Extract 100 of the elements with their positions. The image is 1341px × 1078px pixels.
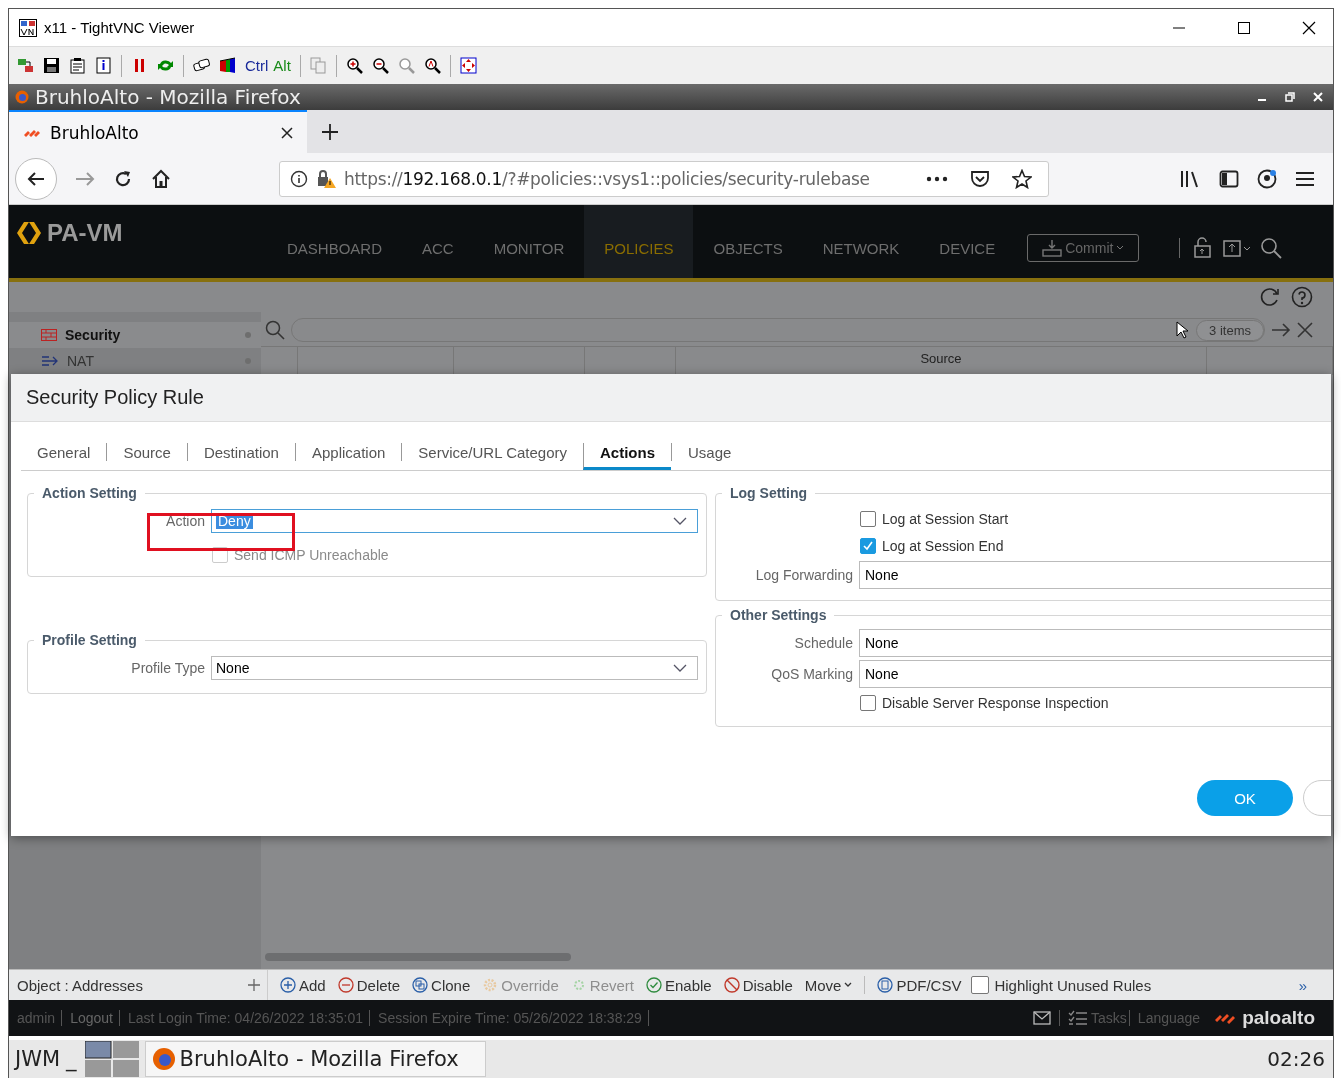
nav-tab[interactable]: DASHBOARD bbox=[267, 205, 403, 278]
clock: 02:26 bbox=[1267, 1047, 1325, 1071]
apply-arrow-icon[interactable] bbox=[1271, 322, 1291, 338]
checkbox-label: Disable Server Response Inspection bbox=[882, 694, 1109, 711]
text-field[interactable]: None bbox=[859, 628, 1331, 657]
log-forwarding-field[interactable]: None bbox=[859, 560, 1331, 589]
close-icon[interactable] bbox=[281, 126, 293, 139]
tab[interactable]: Actions bbox=[583, 443, 672, 470]
help-icon[interactable] bbox=[1291, 286, 1313, 308]
library-icon[interactable] bbox=[1179, 168, 1201, 189]
field-label: QoS Marking bbox=[770, 665, 854, 682]
section-title: Log Setting bbox=[729, 485, 808, 501]
full-screen-icon[interactable] bbox=[459, 57, 477, 74]
brand-name: paloalto bbox=[1242, 1007, 1315, 1029]
desktop-pager-icon[interactable] bbox=[84, 1041, 139, 1077]
more-button[interactable]: » bbox=[1298, 976, 1307, 994]
nav-tab[interactable]: OBJECTS bbox=[693, 205, 803, 278]
star-icon[interactable] bbox=[1012, 168, 1032, 189]
status-text: admin bbox=[9, 1010, 63, 1026]
section-title: Action Setting bbox=[41, 485, 138, 501]
connection-icon[interactable] bbox=[17, 57, 34, 74]
toolbar-button[interactable]: Disable bbox=[723, 976, 793, 994]
sidebar-icon[interactable] bbox=[1219, 169, 1239, 188]
toolbar-button[interactable]: Add bbox=[280, 976, 326, 994]
object-label: Object : Addresses bbox=[17, 976, 143, 994]
new-tab-icon[interactable] bbox=[321, 122, 339, 141]
zoom-in-icon[interactable] bbox=[345, 57, 363, 74]
toolbar-button[interactable]: Delete bbox=[337, 976, 401, 994]
minimize-button[interactable]: _ bbox=[66, 1047, 77, 1071]
alt-key-button[interactable]: Alt bbox=[273, 57, 291, 74]
nav-tab[interactable]: DEVICE bbox=[919, 205, 1016, 278]
checkbox-label: Log at Session Start bbox=[882, 510, 1009, 527]
back-button[interactable] bbox=[15, 157, 57, 200]
prohibited-icon bbox=[723, 977, 740, 993]
refresh-icon[interactable] bbox=[1259, 286, 1281, 308]
search-icon[interactable] bbox=[1260, 236, 1283, 259]
commit-icon bbox=[1042, 238, 1063, 257]
checkbox[interactable] bbox=[860, 694, 876, 711]
chevron-down-icon bbox=[673, 663, 687, 672]
account-icon[interactable] bbox=[1257, 168, 1277, 189]
checkbox[interactable] bbox=[971, 976, 990, 994]
toolbar-button[interactable]: Enable bbox=[646, 976, 712, 994]
profile-type-dropdown[interactable]: None bbox=[211, 655, 698, 680]
pointer-cursor-icon bbox=[1176, 321, 1189, 339]
check-circle-icon bbox=[646, 977, 662, 993]
tab[interactable]: Service/URL Category bbox=[401, 443, 583, 461]
url-text: https://192.168.0.1/?#policies::vsys1::policies/security-rulebase bbox=[344, 168, 870, 189]
options-icon[interactable] bbox=[69, 57, 86, 74]
firefox-logo-icon bbox=[15, 90, 29, 104]
move-button[interactable]: Move bbox=[804, 976, 853, 994]
checkbox[interactable] bbox=[860, 510, 876, 527]
field-label: Profile Type bbox=[130, 659, 206, 676]
scrollbar-thumb[interactable] bbox=[265, 953, 571, 961]
item-count: 3 items bbox=[1196, 319, 1264, 341]
nav-tab[interactable]: NETWORK bbox=[802, 205, 920, 278]
clear-icon[interactable] bbox=[1297, 322, 1313, 338]
address-bar[interactable]: https://192.168.0.1/?#policies::vsys1::policies/security-rulebase bbox=[279, 160, 1049, 197]
browser-tab[interactable]: BruhloAlto bbox=[9, 110, 307, 153]
pdf-csv-button[interactable]: PDF/CSV bbox=[877, 976, 962, 994]
field-label: Schedule bbox=[793, 634, 854, 651]
checkbox[interactable] bbox=[860, 537, 876, 554]
chevron-down-icon bbox=[673, 516, 687, 525]
nav-tab[interactable]: ACC bbox=[402, 205, 474, 278]
taskbar-window-button[interactable]: BruhloAlto - Mozilla Firefox bbox=[144, 1041, 486, 1077]
more-icon[interactable] bbox=[926, 175, 948, 182]
zoom-auto-icon[interactable] bbox=[423, 57, 441, 74]
tab[interactable]: General bbox=[21, 434, 107, 470]
restore-icon[interactable] bbox=[1285, 92, 1295, 102]
toolbar-button[interactable]: Clone bbox=[412, 976, 471, 994]
close-icon[interactable] bbox=[1301, 19, 1317, 36]
caret-icon bbox=[1116, 244, 1125, 251]
refresh-icon[interactable] bbox=[157, 57, 174, 74]
tab[interactable]: Usage bbox=[671, 443, 748, 461]
text-field[interactable]: None bbox=[859, 659, 1331, 688]
forward-arrow-icon[interactable] bbox=[75, 170, 95, 187]
sidebar-item[interactable]: Security bbox=[9, 322, 261, 348]
start-menu-button[interactable]: JWM bbox=[15, 1047, 61, 1071]
maximize-icon[interactable] bbox=[1236, 19, 1252, 36]
mail-icon[interactable] bbox=[1033, 1011, 1052, 1025]
home-icon[interactable] bbox=[151, 168, 171, 189]
windows-key-icon[interactable] bbox=[219, 57, 236, 74]
add-icon[interactable] bbox=[247, 978, 261, 992]
nav-tab[interactable]: MONITOR bbox=[473, 205, 585, 278]
ctrl-key-button[interactable]: Ctrl bbox=[245, 57, 269, 74]
tab[interactable]: Source bbox=[106, 443, 187, 461]
tab[interactable]: Destination bbox=[186, 443, 295, 461]
back-arrow-icon bbox=[27, 170, 45, 187]
save-icon[interactable] bbox=[43, 57, 60, 74]
menu-icon[interactable] bbox=[1295, 170, 1315, 187]
clone-icon bbox=[412, 977, 429, 993]
hexagon-logo-icon bbox=[17, 219, 41, 246]
zoom-reset-icon[interactable] bbox=[397, 57, 415, 74]
pocket-icon[interactable] bbox=[970, 168, 990, 189]
add-icon bbox=[280, 977, 296, 993]
info-icon[interactable] bbox=[95, 57, 112, 74]
tab[interactable]: Application bbox=[294, 443, 402, 461]
reload-icon[interactable] bbox=[113, 168, 133, 189]
zoom-out-icon[interactable] bbox=[371, 57, 389, 74]
arrow-icon bbox=[41, 355, 59, 367]
keys-icon[interactable] bbox=[193, 57, 210, 74]
